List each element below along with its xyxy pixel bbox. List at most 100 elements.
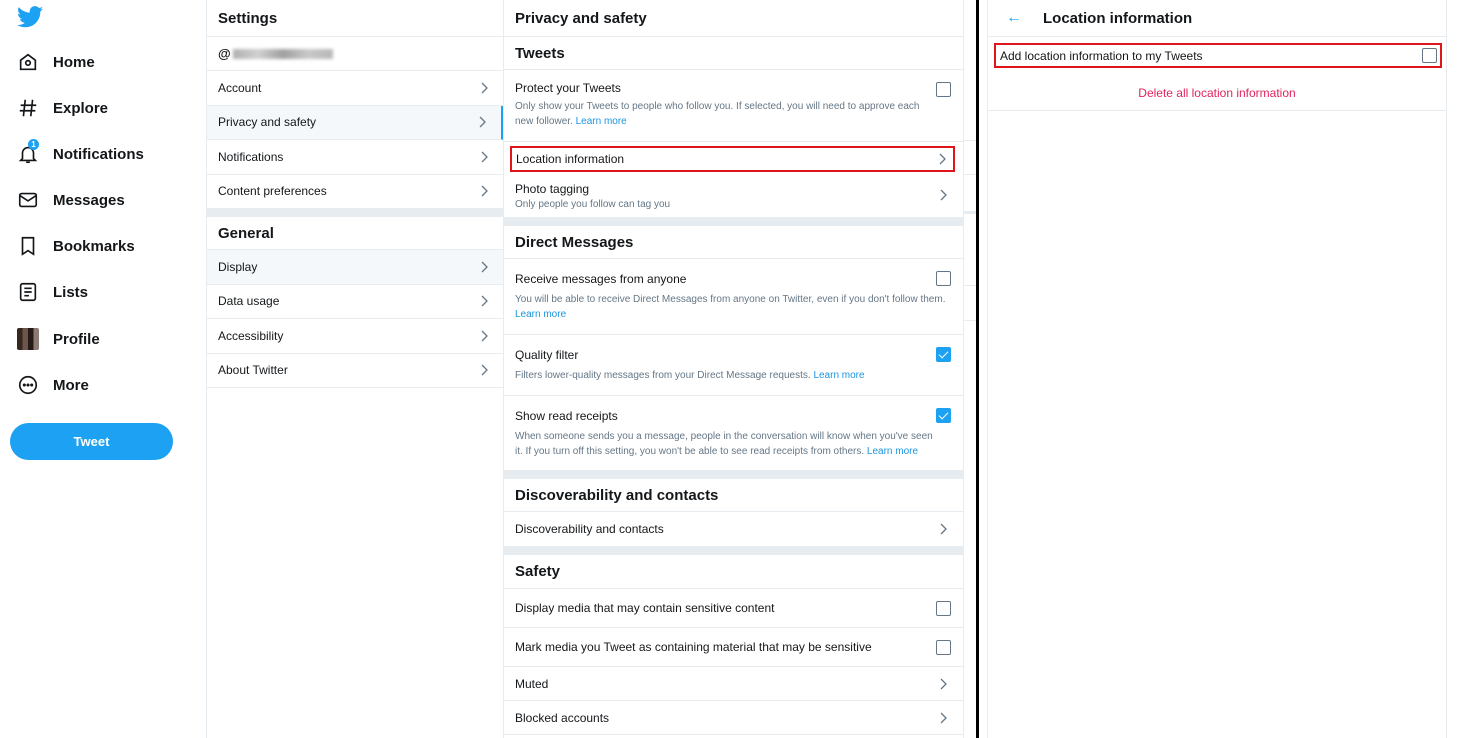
safety-section-title: Safety [504,555,963,589]
photo-tagging-label: Photo tagging [515,182,590,196]
settings-item-accessibility[interactable]: Accessibility [207,319,503,354]
hashtag-icon [17,97,39,119]
general-title: General [207,217,503,250]
account-handle: @ [207,37,503,71]
chevron-right-icon [940,678,947,689]
divider-stub [964,140,976,141]
chevron-right-icon [481,261,488,273]
avatar [17,328,39,350]
photo-tagging-desc: Only people you follow can tag you [515,199,671,210]
nav-label: Explore [53,99,109,117]
divider-stub [964,285,976,286]
blocked-accounts-label: Blocked accounts [515,710,610,725]
list-icon [17,281,39,303]
primary-nav: Home Explore 1 Notifications Messages Bo… [0,0,206,738]
nav-more[interactable]: More [17,370,89,400]
chevron-right-icon [479,116,486,128]
sensitive-media-label: Display media that may contain sensitive… [515,601,775,615]
settings-item-content-preferences[interactable]: Content preferences [207,175,503,209]
settings-item-display[interactable]: Display [207,250,503,285]
nav-lists[interactable]: Lists [17,277,88,307]
photo-tagging-row[interactable]: Photo tagging Only people you follow can… [504,172,963,218]
delete-location-link[interactable]: Delete all location information [988,86,1446,111]
settings-item-privacy[interactable]: Privacy and safety [207,105,503,140]
nav-label: Profile [53,330,100,348]
learn-more-link[interactable]: Learn more [867,446,918,457]
nav-notifications[interactable]: 1 Notifications [17,139,144,169]
privacy-title: Privacy and safety [504,0,963,37]
nav-label: Notifications [53,145,144,163]
notification-badge: 1 [28,139,39,150]
discoverability-section-title: Discoverability and contacts [504,479,963,512]
nav-label: Bookmarks [53,237,135,255]
settings-column: Settings @ Account Privacy and safety No… [206,0,504,738]
location-column: ← Location information Add location info… [987,0,1447,738]
bell-icon: 1 [17,139,39,165]
muted-row[interactable]: Muted [504,667,963,701]
discoverability-row[interactable]: Discoverability and contacts [504,512,963,547]
nav-profile[interactable]: Profile [17,324,100,354]
privacy-column: Privacy and safety Tweets Protect your T… [504,0,964,738]
chevron-right-icon [940,189,947,200]
chevron-right-icon [939,153,946,165]
bookmark-icon [17,235,39,257]
learn-more-link[interactable]: Learn more [813,370,864,381]
add-location-row[interactable]: Add location information to my Tweets [994,43,1442,68]
muted-label: Muted [515,676,549,691]
location-title: Location information [1043,9,1193,27]
receive-messages-row[interactable]: Receive messages from anyone You will be… [504,259,963,335]
receive-messages-desc: You will be able to receive Direct Messa… [515,294,946,305]
nav-messages[interactable]: Messages [17,185,125,215]
nav-bookmarks[interactable]: Bookmarks [17,231,135,261]
twitter-logo-icon[interactable] [17,6,43,28]
add-location-checkbox[interactable] [1422,48,1437,63]
learn-more-link[interactable]: Learn more [576,116,627,127]
location-information-label: Location information [516,152,625,166]
blocked-accounts-row[interactable]: Blocked accounts [504,701,963,735]
learn-more-link[interactable]: Learn more [515,309,566,320]
protect-tweets-label: Protect your Tweets [515,81,621,95]
nav-label: More [53,376,89,394]
section-divider [504,471,963,479]
read-receipts-checkbox[interactable] [936,408,951,423]
back-arrow-icon[interactable]: ← [1006,9,1022,27]
blurred-username [232,48,333,59]
nav-home[interactable]: Home [17,47,95,77]
settings-item-data-usage[interactable]: Data usage [207,285,503,319]
quality-filter-row[interactable]: Quality filter Filters lower-quality mes… [504,335,963,396]
nav-explore[interactable]: Explore [17,93,108,123]
settings-item-account[interactable]: Account [207,71,503,106]
home-icon [17,51,39,73]
nav-label: Messages [53,191,125,209]
chevron-right-icon [481,82,488,94]
sensitive-media-checkbox[interactable] [936,601,951,616]
section-divider [504,218,963,226]
envelope-icon [17,189,39,211]
more-icon [17,374,39,396]
protect-tweets-checkbox[interactable] [936,82,951,97]
add-location-label: Add location information to my Tweets [1000,48,1203,63]
read-receipts-label: Show read receipts [515,409,618,423]
protect-tweets-row[interactable]: Protect your Tweets Only show your Tweet… [504,70,963,142]
read-receipts-row[interactable]: Show read receipts When someone sends yo… [504,396,963,471]
settings-item-about[interactable]: About Twitter [207,354,503,388]
chevron-right-icon [481,185,488,197]
chevron-right-icon [481,330,488,342]
section-divider [207,209,503,217]
mark-sensitive-checkbox[interactable] [936,640,951,655]
mark-sensitive-label: Mark media you Tweet as containing mater… [515,640,872,654]
divider-stub [964,320,976,321]
mark-sensitive-row[interactable]: Mark media you Tweet as containing mater… [504,628,963,667]
quality-filter-checkbox[interactable] [936,347,951,362]
divider-stub [964,174,976,175]
tweet-button[interactable]: Tweet [10,423,173,460]
dm-section-title: Direct Messages [504,226,963,259]
receive-messages-checkbox[interactable] [936,271,951,286]
location-information-row[interactable]: Location information [510,146,955,172]
chevron-right-icon [940,712,947,723]
quality-filter-label: Quality filter [515,348,579,362]
settings-item-notifications[interactable]: Notifications [207,140,503,175]
chevron-right-icon [481,151,488,163]
sensitive-media-row[interactable]: Display media that may contain sensitive… [504,589,963,628]
divider-stub [964,211,976,214]
